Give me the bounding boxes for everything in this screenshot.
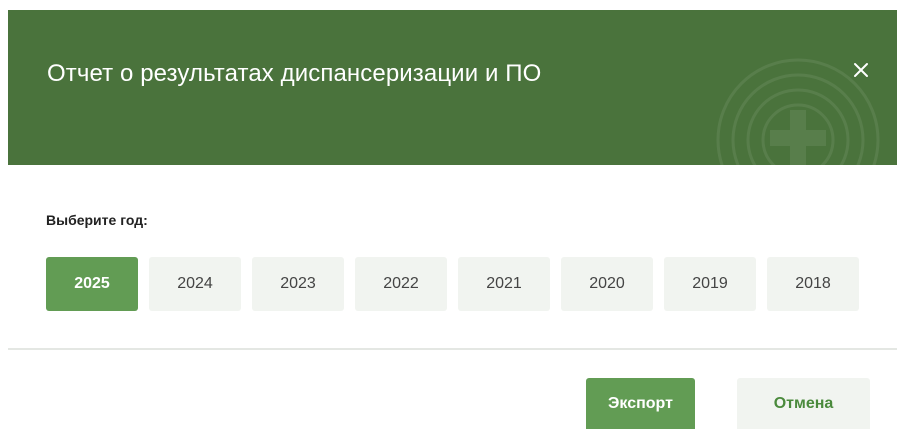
year-picker: 2025 2024 2023 2022 2021 2020 2019 2018 (46, 257, 859, 311)
year-button-2021[interactable]: 2021 (458, 257, 550, 311)
year-button-2022[interactable]: 2022 (355, 257, 447, 311)
year-button-2023[interactable]: 2023 (252, 257, 344, 311)
cancel-button[interactable]: Отмена (737, 378, 870, 429)
dialog-title: Отчет о результатах диспансеризации и ПО (47, 60, 542, 87)
year-picker-label: Выберите год: (46, 212, 148, 228)
close-button[interactable] (846, 55, 876, 85)
dialog-header: Отчет о результатах диспансеризации и ПО (8, 10, 897, 165)
year-button-2024[interactable]: 2024 (149, 257, 241, 311)
emblem-watermark-icon (716, 58, 880, 165)
footer-divider (8, 348, 897, 350)
report-dialog: Отчет о результатах диспансеризации и ПО… (0, 0, 897, 429)
export-button[interactable]: Экспорт (586, 378, 695, 429)
year-button-2020[interactable]: 2020 (561, 257, 653, 311)
year-button-2018[interactable]: 2018 (767, 257, 859, 311)
year-button-2025[interactable]: 2025 (46, 257, 138, 311)
close-icon (854, 63, 868, 77)
year-button-2019[interactable]: 2019 (664, 257, 756, 311)
